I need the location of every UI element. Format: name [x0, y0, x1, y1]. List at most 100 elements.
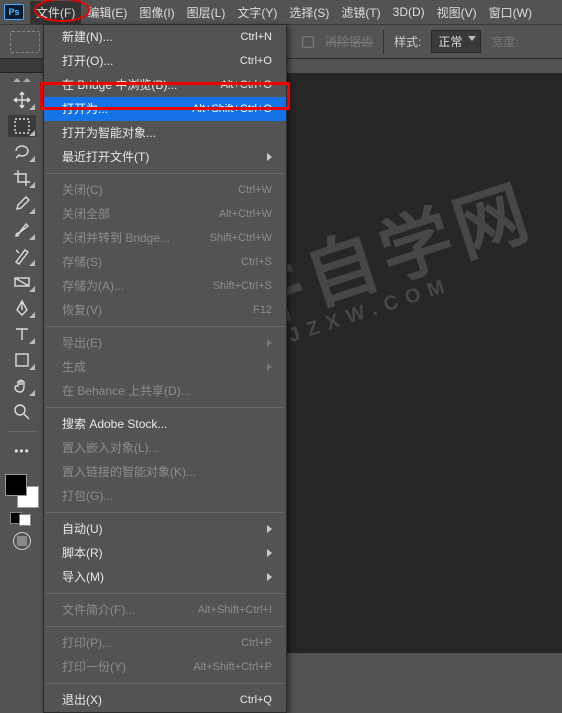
move-tool[interactable] [8, 89, 36, 111]
ps-logo-icon: Ps [4, 4, 24, 20]
menu-item-label: 新建(N)... [62, 29, 113, 45]
antialiasing-icon [301, 35, 315, 49]
menu-item: 文件简介(F)... Alt+Shift+Ctrl+I [44, 598, 286, 622]
menu-item-shortcut: F12 [253, 302, 272, 318]
lasso-tool[interactable] [8, 141, 36, 163]
menu-item-label: 自动(U) [62, 521, 103, 537]
eyedropper-tool[interactable] [8, 193, 36, 215]
menu-item: 存储(S) Ctrl+S [44, 250, 286, 274]
menu-item-shortcut: Ctrl+W [238, 182, 272, 198]
menu-item-label: 存储(S) [62, 254, 102, 270]
menu-item[interactable]: 脚本(R) [44, 541, 286, 565]
doc-tab-strip [0, 59, 44, 73]
menu-item-label: 文件简介(F)... [62, 602, 135, 618]
menu-item-shortcut: Ctrl+S [241, 254, 272, 270]
menu-item[interactable]: 最近打开文件(T) [44, 145, 286, 169]
hand-tool[interactable] [8, 375, 36, 397]
gradient-tool[interactable] [8, 271, 36, 293]
width-label: 宽度: [491, 33, 518, 50]
antialiasing-label: 消除锯齿 [325, 33, 373, 50]
menu-image[interactable]: 图像(I) [133, 1, 180, 24]
menu-item: 存储为(A)... Shift+Ctrl+S [44, 274, 286, 298]
menu-item-shortcut: Alt+Ctrl+O [221, 77, 272, 93]
zoom-tool[interactable] [8, 401, 36, 423]
menu-view[interactable]: 视图(V) [431, 1, 483, 24]
menu-item-label: 关闭(C) [62, 182, 103, 198]
menu-item-shortcut: Alt+Shift+Ctrl+O [192, 101, 272, 117]
menu-item[interactable]: 退出(X) Ctrl+Q [44, 688, 286, 712]
menu-item-shortcut: Shift+Ctrl+W [210, 230, 272, 246]
menu-separator [46, 173, 284, 174]
menu-item-label: 置入链接的智能对象(K)... [62, 464, 196, 480]
menu-item-label: 最近打开文件(T) [62, 149, 149, 165]
menu-item-label: 存储为(A)... [62, 278, 124, 294]
menu-item[interactable]: 搜索 Adobe Stock... [44, 412, 286, 436]
menubar: Ps 文件(F) 编辑(E) 图像(I) 图层(L) 文字(Y) 选择(S) 滤… [0, 0, 562, 24]
menu-file[interactable]: 文件(F) [30, 1, 81, 24]
menu-item-shortcut: Alt+Ctrl+W [219, 206, 272, 222]
menu-item-label: 退出(X) [62, 692, 102, 708]
style-select[interactable]: 正常 [431, 30, 481, 53]
file-menu: 新建(N)...Ctrl+N打开(O)...Ctrl+O在 Bridge 中浏览… [43, 24, 287, 713]
menu-item-label: 搜索 Adobe Stock... [62, 416, 167, 432]
menu-item-label: 打印一份(Y) [62, 659, 126, 675]
default-colors-icon[interactable] [10, 512, 34, 526]
menu-select[interactable]: 选择(S) [283, 1, 335, 24]
menu-window[interactable]: 窗口(W) [483, 1, 538, 24]
menu-separator [46, 593, 284, 594]
menu-item-shortcut: Ctrl+P [241, 635, 272, 651]
brush-tool[interactable] [8, 219, 36, 241]
menu-item[interactable]: 打开为智能对象... [44, 121, 286, 145]
menu-item-shortcut: Alt+Shift+Ctrl+I [198, 602, 272, 618]
submenu-arrow-icon [267, 339, 272, 347]
quickmask-icon[interactable] [13, 532, 31, 550]
tool-separator [7, 431, 37, 432]
shape-tool[interactable] [8, 349, 36, 371]
menu-separator [46, 683, 284, 684]
menu-item: 打包(G)... [44, 484, 286, 508]
menu-item-shortcut: Ctrl+O [240, 53, 272, 69]
menu-separator [46, 626, 284, 627]
pen-tool[interactable] [8, 297, 36, 319]
menu-item-label: 关闭全部 [62, 206, 110, 222]
menu-item-label: 导出(E) [62, 335, 102, 351]
menu-item: 关闭(C) Ctrl+W [44, 178, 286, 202]
menu-layer[interactable]: 图层(L) [181, 1, 232, 24]
menu-item[interactable]: 自动(U) [44, 517, 286, 541]
marquee-preview-icon[interactable] [10, 31, 40, 53]
divider [383, 30, 384, 54]
menu-item: 打印一份(Y)Alt+Shift+Ctrl+P [44, 655, 286, 679]
menu-item-label: 导入(M) [62, 569, 104, 585]
menu-item[interactable]: 在 Bridge 中浏览(B)... Alt+Ctrl+O [44, 73, 286, 97]
menu-item[interactable]: 导入(M) [44, 565, 286, 589]
menu-type[interactable]: 文字(Y) [231, 1, 283, 24]
history-brush-tool[interactable] [8, 245, 36, 267]
submenu-arrow-icon [267, 363, 272, 371]
menu-separator [46, 407, 284, 408]
style-value: 正常 [438, 35, 462, 49]
menu-filter[interactable]: 滤镜(T) [335, 1, 386, 24]
menu-item-shortcut: Shift+Ctrl+S [213, 278, 272, 294]
panel-grip-icon[interactable] [7, 77, 37, 83]
menu-item[interactable]: 打开(O)...Ctrl+O [44, 49, 286, 73]
menu-item[interactable]: 打开为...Alt+Shift+Ctrl+O [44, 97, 286, 121]
menu-edit[interactable]: 编辑(E) [81, 1, 133, 24]
submenu-arrow-icon [267, 573, 272, 581]
foreground-swatch[interactable] [5, 474, 27, 496]
menu-item-shortcut: Ctrl+Q [240, 692, 272, 708]
menu-item-label: 关闭并转到 Bridge... [62, 230, 170, 246]
type-tool[interactable] [8, 323, 36, 345]
tools-panel: ••• [0, 73, 44, 550]
edit-toolbar[interactable]: ••• [8, 440, 36, 462]
marquee-tool[interactable] [8, 115, 36, 137]
menu-3d[interactable]: 3D(D) [387, 2, 431, 22]
menu-item: 关闭全部 Alt+Ctrl+W [44, 202, 286, 226]
crop-tool[interactable] [8, 167, 36, 189]
menu-separator [46, 512, 284, 513]
color-swatches[interactable] [5, 474, 39, 508]
menu-item-label: 在 Bridge 中浏览(B)... [62, 77, 177, 93]
menu-item-label: 打包(G)... [62, 488, 113, 504]
menu-item-label: 置入嵌入对象(L)... [62, 440, 159, 456]
menu-separator [46, 326, 284, 327]
menu-item[interactable]: 新建(N)...Ctrl+N [44, 25, 286, 49]
